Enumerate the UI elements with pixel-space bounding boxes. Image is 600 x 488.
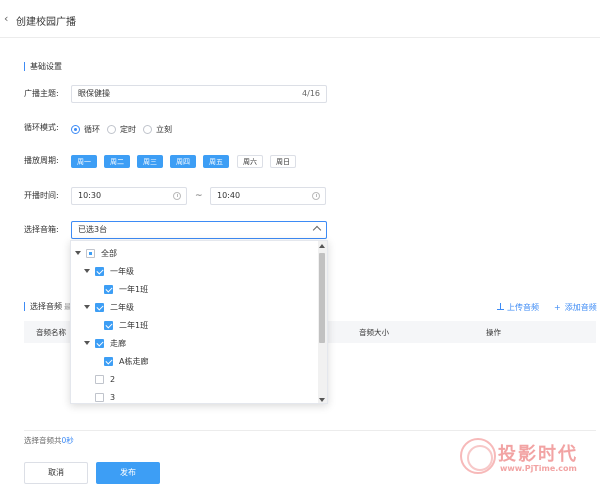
day-button[interactable]: 周五 [203, 155, 229, 168]
start-time-input[interactable]: 10:30 [71, 187, 187, 205]
add-audio-label: 添加音频 [564, 303, 597, 312]
radio-dot [71, 125, 80, 134]
col-audio-name: 音频名称 [36, 328, 66, 337]
day-button[interactable]: 周二 [104, 155, 130, 168]
tree-item-label: 二年1班 [119, 320, 149, 330]
device-dropdown: 全部一年级一年1班二年级二年1班走廊 A栋走廊 2 3 [70, 240, 328, 404]
tree-item-label: 3 [110, 392, 116, 402]
chevron-left-icon[interactable]: ‹ [4, 12, 14, 26]
radio-label: 循环 [84, 125, 100, 134]
tree-item[interactable]: 全部 [75, 245, 117, 261]
loop-mode-label: 循环模式: [24, 123, 59, 132]
day-button[interactable]: 周四 [170, 155, 196, 168]
audio-duration-summary: 选择音频共0秒 [24, 435, 74, 446]
plus-icon: + [554, 303, 561, 312]
radio-immediate[interactable]: 立刻 [143, 124, 172, 135]
tree-item-label: 一年1班 [119, 284, 149, 294]
cycle-label: 播放周期: [24, 156, 59, 165]
start-time-label: 开播时间: [24, 191, 59, 200]
day-button[interactable]: 周三 [137, 155, 163, 168]
device-select[interactable]: 已选3台 [71, 221, 327, 239]
tree-checkbox[interactable] [95, 374, 104, 384]
upload-icon [497, 303, 504, 310]
tree-checkbox[interactable] [86, 248, 95, 258]
caret-down-icon[interactable] [84, 305, 90, 309]
device-label: 选择音箱: [24, 225, 59, 234]
upload-audio-label: 上传音频 [507, 303, 539, 312]
end-time-input[interactable]: 10:40 [210, 187, 326, 205]
tree-item[interactable]: 2 [95, 371, 115, 387]
scroll-thumb[interactable] [319, 253, 325, 343]
divider [24, 430, 596, 431]
tree-item-label: A栋走廊 [119, 356, 149, 366]
watermark-text: 投影时代 [498, 444, 578, 465]
tree-checkbox[interactable] [95, 302, 104, 312]
duration-prefix: 选择音频共 [24, 436, 62, 445]
chevron-up-icon [312, 225, 322, 235]
publish-button[interactable]: 发布 [96, 462, 160, 484]
tree-checkbox[interactable] [104, 356, 113, 366]
page-header: ‹ 创建校园广播 [0, 0, 600, 38]
add-audio-link[interactable]: + 添加音频 [554, 302, 597, 313]
tree-item[interactable]: 一年级 [84, 263, 134, 279]
clock-icon [173, 192, 181, 200]
cancel-button[interactable]: 取消 [24, 462, 88, 484]
day-button[interactable]: 周一 [71, 155, 97, 168]
start-time-value: 10:30 [78, 191, 102, 200]
tree-item[interactable]: 二年级 [84, 299, 134, 315]
basic-settings-title: 基础设置 [24, 62, 62, 71]
topic-value: 眼保健操 [78, 89, 110, 98]
tree-item[interactable]: 走廊 [84, 335, 126, 351]
tree-item[interactable]: 二年1班 [104, 317, 148, 333]
page-title: 创建校园广播 [16, 17, 76, 28]
device-select-value: 已选3台 [78, 225, 108, 234]
radio-dot [143, 125, 152, 134]
scroll-down-arrow[interactable] [319, 398, 325, 402]
radio-loop[interactable]: 循环 [71, 124, 100, 135]
tree-checkbox[interactable] [95, 266, 104, 276]
radio-dot [107, 125, 116, 134]
topic-label: 广播主题: [24, 89, 59, 98]
tree-item[interactable]: A栋走廊 [104, 353, 148, 369]
caret-down-icon[interactable] [84, 341, 90, 345]
col-audio-size: 音频大小 [359, 328, 389, 337]
tree-item-label: 2 [110, 374, 116, 384]
tree-checkbox[interactable] [104, 320, 113, 330]
duration-value: 0秒 [61, 436, 74, 445]
scroll-up-arrow[interactable] [319, 244, 325, 248]
tree-item-label: 全部 [101, 248, 117, 258]
radio-label: 立刻 [156, 125, 172, 134]
topic-counter: 4/16 [302, 89, 320, 98]
tree-checkbox[interactable] [95, 338, 104, 348]
clock-icon [312, 192, 320, 200]
tree-checkbox[interactable] [95, 392, 104, 402]
tree-checkbox[interactable] [104, 284, 113, 294]
tree-item[interactable]: 一年1班 [104, 281, 148, 297]
tree-item-label: 一年级 [110, 266, 134, 276]
radio-scheduled[interactable]: 定时 [107, 124, 136, 135]
upload-audio-link[interactable]: 上传音频 [497, 302, 539, 313]
globe-icon [460, 438, 496, 474]
watermark-logo: 投影时代 www.PjTime.com [460, 438, 598, 480]
day-button[interactable]: 周六 [237, 155, 263, 168]
time-separator: ~ [195, 191, 203, 201]
col-actions: 操作 [486, 328, 501, 337]
tree-item[interactable]: 3 [95, 389, 116, 403]
audio-section-title: 选择音频 [24, 302, 62, 311]
day-button[interactable]: 周日 [270, 155, 296, 168]
caret-down-icon[interactable] [75, 251, 81, 255]
tree-item-label: 走廊 [110, 338, 126, 348]
end-time-value: 10:40 [217, 191, 241, 200]
radio-label: 定时 [120, 125, 136, 134]
dropdown-scrollbar[interactable] [318, 241, 327, 403]
caret-down-icon[interactable] [84, 269, 90, 273]
watermark-url: www.PjTime.com [500, 464, 577, 473]
tree-item-label: 二年级 [110, 302, 134, 312]
topic-input[interactable]: 眼保健操 4/16 [71, 85, 327, 103]
